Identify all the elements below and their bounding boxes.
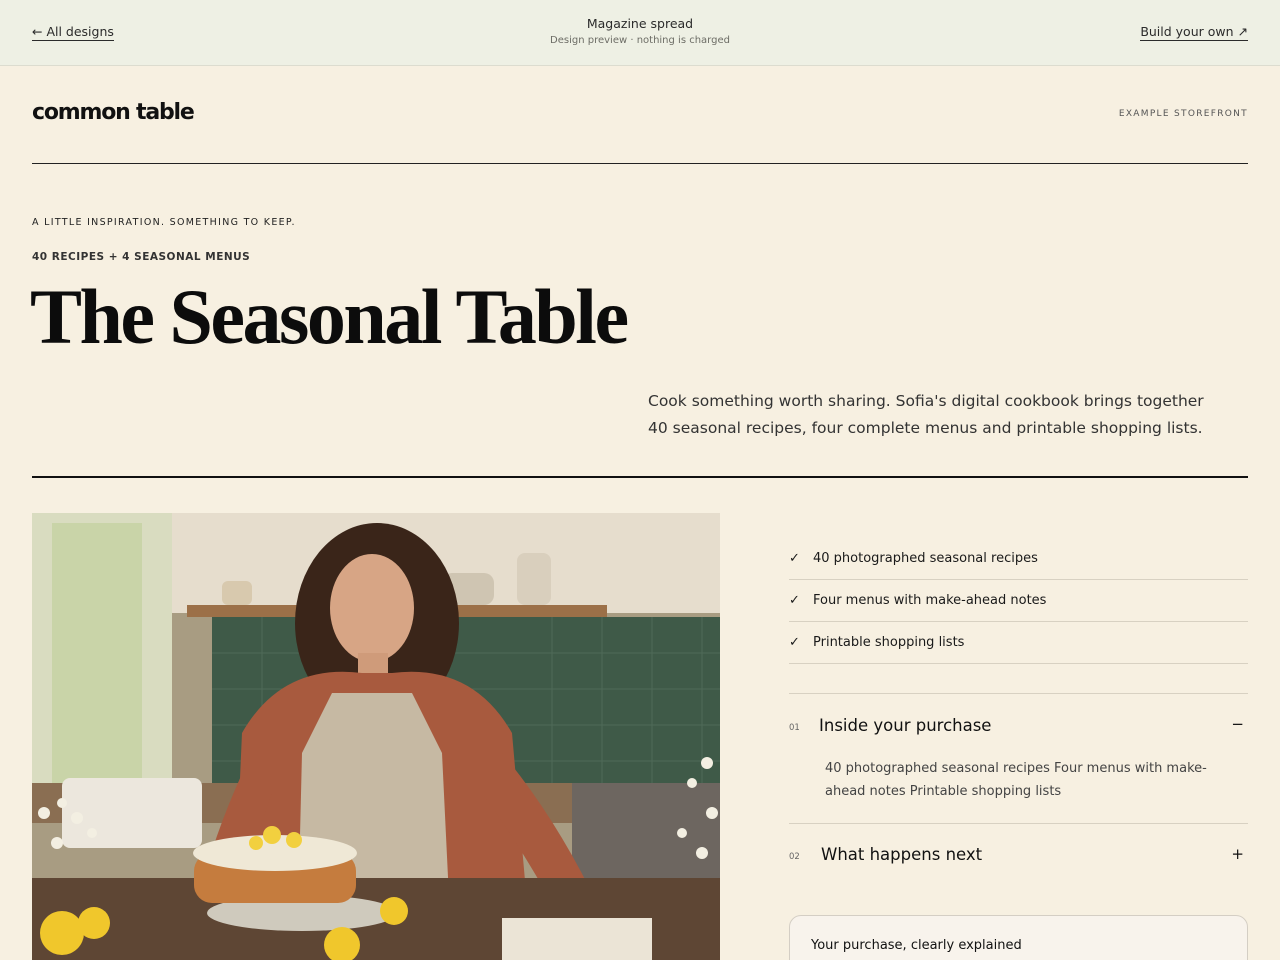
check-icon: ✓ — [789, 551, 800, 566]
lede-paragraph: Cook something worth sharing. Sofia's di… — [648, 392, 1204, 437]
hero-photo — [32, 513, 720, 960]
feature-label: Printable shopping lists — [813, 635, 965, 650]
page-title: The Seasonal Table — [30, 273, 629, 360]
feature-label: 40 photographed seasonal recipes — [813, 551, 1038, 566]
feature-item: ✓ Printable shopping lists — [789, 622, 1248, 664]
preview-title: Magazine spread — [586, 16, 694, 31]
accordion-number: 02 — [789, 852, 800, 862]
brand-logo[interactable]: common table — [32, 100, 195, 125]
feature-item: ✓ 40 photographed seasonal recipes — [789, 538, 1248, 580]
accordion-body: 40 photographed seasonal recipes Four me… — [825, 761, 1207, 799]
section-divider — [32, 476, 1248, 478]
build-your-own-link[interactable]: Build your own ↗ — [1140, 24, 1248, 41]
check-icon: ✓ — [789, 593, 800, 608]
accordion-what-happens-next[interactable]: 02 What happens next + — [789, 824, 1248, 886]
preview-subtitle: Design preview · nothing is charged — [550, 35, 730, 46]
feature-list: ✓ 40 photographed seasonal recipes ✓ Fou… — [789, 538, 1248, 664]
accordion-title[interactable]: Inside your purchase — [819, 716, 991, 735]
accordion-title[interactable]: What happens next — [821, 845, 982, 864]
preview-bar: ← All designs Magazine spread Design pre… — [0, 0, 1280, 66]
storefront-label: EXAMPLE STOREFRONT — [1118, 109, 1248, 119]
feature-label: Four menus with make-ahead notes — [813, 593, 1047, 608]
feature-item: ✓ Four menus with make-ahead notes — [789, 580, 1248, 622]
kicker: A LITTLE INSPIRATION. SOMETHING TO KEEP. — [32, 217, 296, 228]
check-icon: ✓ — [789, 635, 800, 650]
sub-kicker: 40 RECIPES + 4 SEASONAL MENUS — [32, 251, 251, 263]
purchase-card: Your purchase, clearly explained — [789, 915, 1248, 960]
preview-title-block: Magazine spread Design preview · nothing… — [0, 16, 1280, 46]
header-divider — [32, 163, 1248, 164]
purchase-card-label: Your purchase, clearly explained — [811, 938, 1022, 953]
collapse-icon[interactable]: − — [1231, 715, 1244, 733]
expand-icon[interactable]: + — [1231, 845, 1244, 863]
accordion-inside-purchase[interactable]: 01 Inside your purchase − 40 photographe… — [789, 693, 1248, 824]
accordion-number: 01 — [789, 723, 800, 733]
